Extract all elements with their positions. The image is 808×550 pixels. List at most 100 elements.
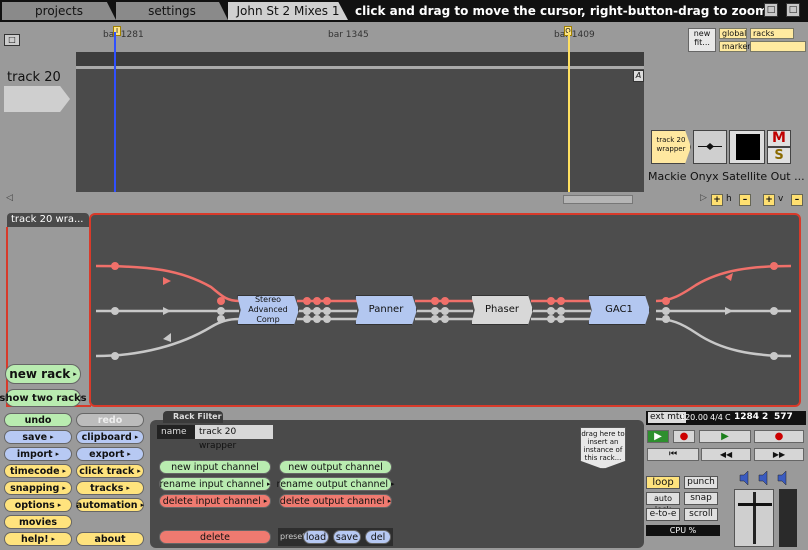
marker-toggle[interactable] xyxy=(750,41,806,52)
track-header[interactable] xyxy=(4,86,70,112)
drag-insert-target[interactable]: drag here to insert an instance of this … xyxy=(580,427,626,469)
timeline-canvas[interactable] xyxy=(76,52,644,192)
back-button[interactable]: ◀◀ xyxy=(701,448,751,461)
out-point-line[interactable] xyxy=(568,32,570,192)
rename-input-label: rename input channel xyxy=(159,478,265,490)
tracks-label: tracks xyxy=(90,482,124,494)
play-button[interactable]: ▶ xyxy=(699,430,751,443)
timecode-menu-button[interactable]: timecode ▸ xyxy=(4,464,72,478)
scroll-right-icon[interactable]: ▷ xyxy=(700,193,707,203)
movies-button[interactable]: movies xyxy=(4,515,72,529)
fader-knob[interactable] xyxy=(738,503,772,506)
arrow-icon: ▸ xyxy=(50,433,54,441)
delete-output-channel-button[interactable]: delete output channel ▸ xyxy=(279,494,392,508)
punch-toggle[interactable]: punch xyxy=(684,476,718,489)
undo-button[interactable]: undo xyxy=(4,413,72,427)
e-to-e-toggle[interactable]: e-to-e xyxy=(646,508,680,521)
fx-phaser[interactable]: Phaser xyxy=(471,295,533,325)
fx-stereo-advanced-comp[interactable]: Stereo Advanced Comp xyxy=(237,295,299,325)
delete-input-channel-button[interactable]: delete input channel ▸ xyxy=(159,494,271,508)
mute-button[interactable]: M xyxy=(767,130,791,147)
position-bar[interactable]: 1284 xyxy=(734,412,759,422)
snapping-label: snapping xyxy=(10,482,60,494)
automation-menu-button[interactable]: automation ▸ xyxy=(76,498,144,512)
loop-toggle[interactable]: loop xyxy=(646,476,680,489)
master-fader[interactable] xyxy=(734,489,774,547)
automation-label: automation xyxy=(75,499,138,511)
signal-routing-graph xyxy=(95,262,792,360)
rename-output-label: rename output channel xyxy=(276,478,388,490)
tab-project-mix[interactable]: John St 2 Mixes 1 xyxy=(228,2,348,20)
record-button[interactable]: ● xyxy=(754,430,804,443)
name-field[interactable]: track 20 wrapper xyxy=(195,425,273,451)
save-menu-button[interactable]: save ▸ xyxy=(4,430,72,444)
horizontal-scrollbar-thumb[interactable] xyxy=(563,195,633,204)
maximize-button[interactable]: □ xyxy=(786,3,800,17)
arrow-icon: ▸ xyxy=(62,467,67,475)
show-two-racks-button[interactable]: show two racks xyxy=(0,389,87,407)
redo-button[interactable]: redo xyxy=(76,413,144,427)
panel-toggle-button[interactable]: □ xyxy=(4,34,20,46)
global-button[interactable]: global xyxy=(719,28,747,39)
minimize-button[interactable]: □ xyxy=(764,3,778,17)
rewind-button[interactable]: ⏮ xyxy=(647,448,699,461)
scroll-toggle[interactable]: scroll xyxy=(684,508,718,521)
zoom-h-out-button[interactable]: – xyxy=(739,194,751,206)
arrow-icon: ▸ xyxy=(73,370,77,378)
zoom-h-in-button[interactable]: + xyxy=(711,194,723,206)
forward-button[interactable]: ▶▶ xyxy=(754,448,804,461)
auto-lock-toggle[interactable]: auto lock xyxy=(646,492,680,514)
new-fit-button[interactable]: new fit... xyxy=(688,28,716,52)
new-rack-button[interactable]: new rack ▸ xyxy=(5,364,81,384)
click-track-menu-button[interactable]: click track ▸ xyxy=(76,464,144,478)
zoom-v-in-button[interactable]: + xyxy=(763,194,775,206)
snap-toggle[interactable]: snap xyxy=(684,492,718,505)
clipboard-menu-button[interactable]: clipboard ▸ xyxy=(76,430,144,444)
fader-knob-icon[interactable] xyxy=(706,143,714,150)
export-menu-button[interactable]: export ▸ xyxy=(76,447,144,461)
solo-button[interactable]: S xyxy=(767,147,791,164)
name-label: name xyxy=(157,425,195,439)
tab-projects[interactable]: projects xyxy=(2,2,116,20)
position-tick[interactable]: 577 xyxy=(774,412,793,422)
loop-record-button[interactable]: ● xyxy=(673,430,695,443)
arrow-icon: ▸ xyxy=(126,484,130,492)
fx-panner[interactable]: Panner xyxy=(355,295,417,325)
new-output-channel-button[interactable]: new output channel xyxy=(279,460,392,474)
preset-save-button[interactable]: save xyxy=(333,530,361,544)
marker-button[interactable]: marker xyxy=(719,41,751,52)
options-menu-button[interactable]: options ▸ xyxy=(4,498,72,512)
racks-button[interactable]: racks xyxy=(750,28,794,39)
snapping-menu-button[interactable]: snapping ▸ xyxy=(4,481,72,495)
about-button[interactable]: about xyxy=(76,532,144,546)
tab-settings[interactable]: settings xyxy=(116,2,228,20)
scroll-left-icon[interactable]: ◁ xyxy=(6,193,13,203)
new-rack-label: new rack xyxy=(9,367,71,381)
zoom-v-out-button[interactable]: – xyxy=(791,194,803,206)
rack-canvas[interactable]: Stereo Advanced Comp Panner Phaser GAC1 xyxy=(89,213,801,407)
arrow-icon: ▸ xyxy=(390,480,395,488)
time-signature[interactable]: 4/4 xyxy=(710,413,723,422)
import-menu-button[interactable]: import ▸ xyxy=(4,447,72,461)
delete-rack-button[interactable]: delete xyxy=(159,530,271,544)
loop-play-button[interactable]: ▶ xyxy=(647,430,669,443)
rename-output-channel-button[interactable]: rename output channel ▸ xyxy=(276,477,395,491)
wrapper-rack-button[interactable]: track 20 wrapper xyxy=(651,130,691,164)
new-input-channel-button[interactable]: new input channel xyxy=(159,460,271,474)
preset-load-button[interactable]: load xyxy=(303,530,329,544)
output-name[interactable]: Mackie Onyx Satellite Out ... xyxy=(648,170,805,183)
options-label: options xyxy=(14,499,55,511)
preset-del-button[interactable]: del xyxy=(365,530,391,544)
tracks-menu-button[interactable]: tracks ▸ xyxy=(76,481,144,495)
position-beat[interactable]: 2 xyxy=(762,412,768,422)
rename-input-channel-button[interactable]: rename input channel ▸ xyxy=(159,477,271,491)
bar-label: bar 1409 xyxy=(554,30,595,40)
volume-fader[interactable] xyxy=(693,130,727,164)
timeline-ruler[interactable]: bar 1281 bar 1345 bar 1409 xyxy=(76,25,644,52)
play-cursor[interactable] xyxy=(114,32,116,192)
arrow-icon: ▸ xyxy=(127,450,131,458)
automation-toggle-button[interactable]: A xyxy=(633,70,644,82)
tempo[interactable]: 120.00 xyxy=(680,413,708,422)
help-menu-button[interactable]: help! ▸ xyxy=(4,532,72,546)
fx-gac1[interactable]: GAC1 xyxy=(588,295,650,325)
